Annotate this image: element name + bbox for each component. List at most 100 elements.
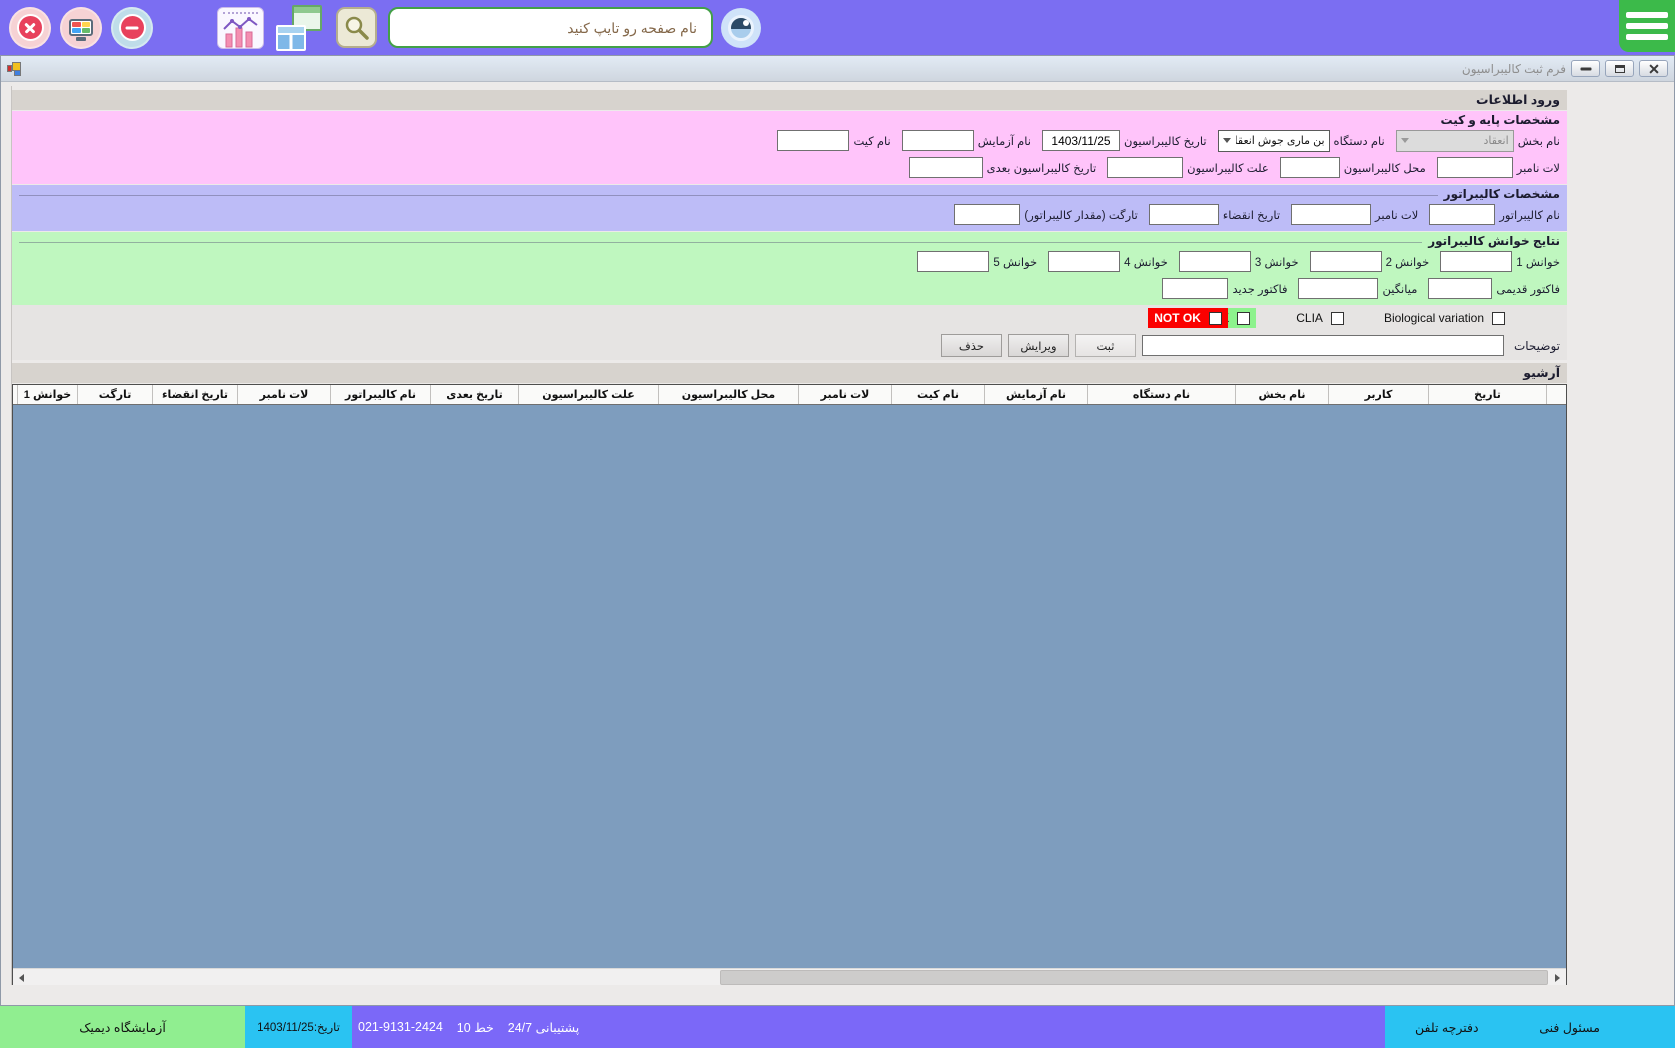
reading1-input[interactable] (1440, 251, 1512, 272)
window-title: فرم ثبت کالیبراسیون (1462, 62, 1566, 76)
show-desktop-button[interactable] (60, 7, 102, 49)
charts-button[interactable] (217, 7, 264, 49)
close-button[interactable] (1639, 60, 1668, 77)
section-base-kit: مشخصات پایه و کیت نام بخش انعقاد نام دست… (12, 111, 1567, 184)
reading2-input[interactable] (1310, 251, 1382, 272)
calibration-form-window: فرم ثبت کالیبراسیون ورود اطلاعات مشخصات … (0, 55, 1675, 1006)
old-factor-label: فاکتور قدیمی (1496, 282, 1560, 296)
eye-button[interactable] (721, 8, 761, 48)
column-header-reading1[interactable]: خوانش 1 (17, 385, 77, 404)
column-header-date[interactable]: تاریخ (1428, 385, 1546, 404)
target-label: تارگت (مقدار کالیبراتور) (1024, 208, 1138, 222)
scroll-right-button[interactable] (1549, 969, 1566, 986)
mean-input[interactable] (1298, 278, 1378, 299)
column-header-target[interactable]: تارگت (77, 385, 152, 404)
support-lines: 10 خط (457, 1020, 494, 1035)
biological-variation-group: Biological variation (1384, 311, 1505, 325)
base-kit-title: مشخصات پایه و کیت (1440, 113, 1560, 127)
comments-input[interactable] (1142, 335, 1504, 356)
not-ok-checkbox[interactable] (1209, 312, 1222, 325)
readings-title: نتایج خوانش کالیبراتور (1428, 234, 1560, 248)
delete-button[interactable]: حذف (941, 334, 1002, 357)
lot-number-input[interactable] (1437, 157, 1513, 178)
chevron-down-icon (1401, 138, 1409, 143)
calib-reason-input[interactable] (1107, 157, 1183, 178)
calibrator-name-label: نام کالیبراتور (1499, 208, 1560, 222)
bar-line-chart-icon (221, 16, 260, 48)
menu-button[interactable] (1619, 0, 1675, 52)
calib-date-input[interactable] (1042, 130, 1120, 151)
department-value: انعقاد (1414, 134, 1509, 147)
archive-table: تاریخ کاربر نام بخش نام دستگاه نام آزمای… (12, 384, 1567, 985)
support-phone: 021-9131-2424 (358, 1020, 443, 1034)
device-combobox[interactable]: بن ماری جوش انعقاد (1218, 130, 1330, 152)
minimize-button[interactable] (1571, 60, 1600, 77)
test-name-input[interactable] (902, 130, 974, 151)
old-factor-input[interactable] (1428, 278, 1492, 299)
reading3-input[interactable] (1179, 251, 1251, 272)
maximize-button[interactable] (1605, 60, 1634, 77)
horizontal-scrollbar[interactable] (13, 968, 1566, 985)
department-label: نام بخش (1518, 134, 1560, 148)
page-search-input[interactable] (388, 7, 713, 48)
next-calib-date-input[interactable] (909, 157, 983, 178)
archive-table-body (13, 405, 1566, 968)
calib-reason-label: علت کالیبراسیون (1187, 161, 1269, 175)
column-header-calibrator-lot[interactable]: لات نامبر (237, 385, 330, 404)
ok-checkbox[interactable] (1237, 312, 1250, 325)
new-factor-input[interactable] (1162, 278, 1228, 299)
column-header-next-date[interactable]: تاریخ بعدی (430, 385, 518, 404)
lab-name: آزمایشگاه دیمیک (79, 1020, 166, 1035)
reading4-input[interactable] (1048, 251, 1120, 272)
scroll-left-button[interactable] (13, 969, 30, 986)
monitor-icon (69, 19, 93, 36)
column-header-calibrator[interactable]: نام کالیبراتور (330, 385, 430, 404)
biological-variation-label: Biological variation (1384, 311, 1484, 325)
arrow-right-icon (1555, 974, 1560, 982)
tech-manager-link[interactable]: مسئول فنی (1539, 1020, 1600, 1035)
department-combobox[interactable]: انعقاد (1396, 130, 1514, 152)
reading5-input[interactable] (917, 251, 989, 272)
column-header-reason[interactable]: علت کالیبراسیون (518, 385, 658, 404)
calib-location-input[interactable] (1280, 157, 1340, 178)
column-header-user[interactable]: کاربر (1328, 385, 1428, 404)
app-toolbar (0, 0, 1675, 55)
support-segment: 021-9131-2424 10 خط پشتیبانی 24/7 (352, 1006, 1385, 1048)
close-icon (17, 14, 44, 41)
close-app-button[interactable] (9, 7, 51, 49)
biological-variation-checkbox[interactable] (1492, 312, 1505, 325)
column-header-lot[interactable]: لات نامبر (798, 385, 891, 404)
contacts-segment: مسئول فنی دفترچه تلفن (1385, 1006, 1675, 1048)
phonebook-link[interactable]: دفترچه تلفن (1415, 1020, 1479, 1035)
target-input[interactable] (954, 204, 1020, 225)
column-header-test[interactable]: نام آزمایش (984, 385, 1087, 404)
column-header-expiry[interactable]: تاریخ انقضاء (152, 385, 237, 404)
clia-label: CLIA (1296, 311, 1323, 325)
eye-icon (728, 15, 754, 41)
edit-button[interactable]: ویرایش (1008, 334, 1069, 357)
device-value: بن ماری جوش انعقاد (1236, 134, 1325, 147)
column-header-device[interactable]: نام دستگاه (1087, 385, 1235, 404)
kit-name-input[interactable] (777, 130, 849, 151)
column-header-selector[interactable] (1546, 385, 1566, 404)
column-header-department[interactable]: نام بخش (1235, 385, 1328, 404)
next-calib-date-label: تاریخ کالیبراسیون بعدی (987, 161, 1097, 175)
calibrator-name-input[interactable] (1429, 204, 1495, 225)
reading3-label: خوانش 3 (1255, 255, 1299, 269)
device-label: نام دستگاه (1334, 134, 1385, 148)
expiry-date-label: تاریخ انقضاء (1223, 208, 1280, 222)
column-header-location[interactable]: محل کالیبراسیون (658, 385, 798, 404)
clia-checkbox[interactable] (1331, 312, 1344, 325)
submit-button[interactable]: ثبت (1075, 334, 1136, 357)
search-button[interactable] (336, 7, 377, 48)
scrollbar-thumb[interactable] (720, 970, 1548, 985)
entry-header: ورود اطلاعات (12, 90, 1567, 110)
minimize-app-button[interactable] (111, 7, 153, 49)
expiry-date-input[interactable] (1149, 204, 1219, 225)
windows-button[interactable] (272, 5, 324, 51)
calib-date-label: تاریخ کالیبراسیون (1124, 134, 1207, 148)
not-ok-label: NOT OK (1154, 311, 1201, 325)
calibrator-lot-input[interactable] (1291, 204, 1371, 225)
hamburger-icon (1626, 12, 1668, 18)
column-header-kit[interactable]: نام کیت (891, 385, 984, 404)
